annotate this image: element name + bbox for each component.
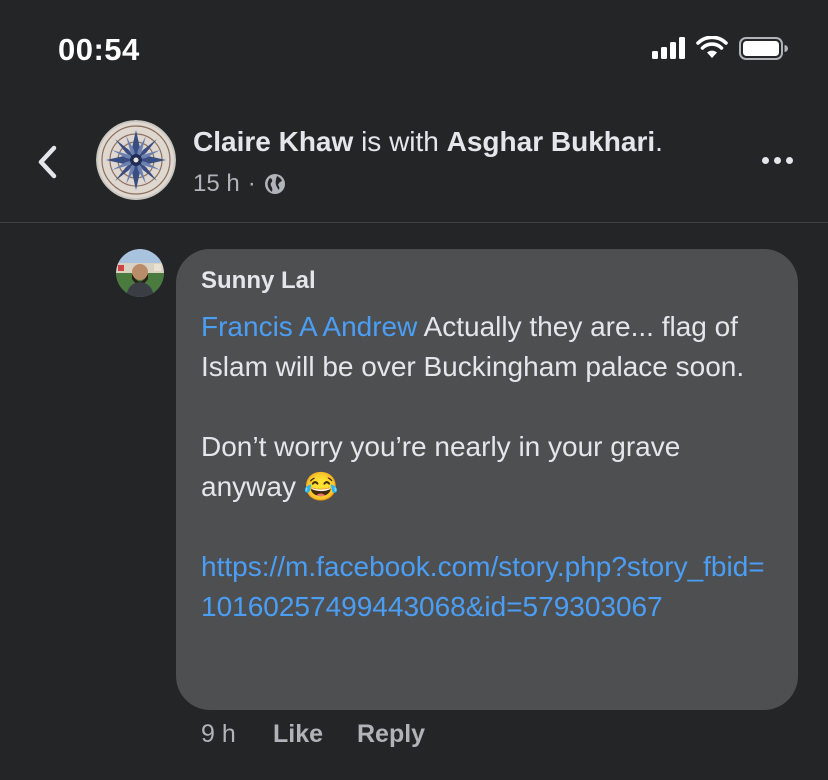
post-title: Claire Khaw is with Asghar Bukhari.	[193, 126, 663, 158]
author-avatar[interactable]	[96, 120, 176, 200]
comment-time: 9 h	[201, 720, 236, 748]
post-meta: 15 h ·	[193, 170, 286, 198]
reply-button[interactable]: Reply	[357, 720, 425, 749]
author-name[interactable]: Claire Khaw	[193, 126, 353, 157]
tagged-name[interactable]: Asghar Bukhari	[447, 126, 656, 157]
globe-icon	[264, 174, 285, 194]
comment-line2: Don’t worry you’re nearly in your grave …	[201, 431, 681, 502]
wifi-icon	[696, 36, 728, 58]
meta-separator: ·	[247, 170, 256, 197]
comment-author[interactable]: Sunny Lal	[201, 267, 774, 295]
post-time[interactable]: 15 h	[193, 170, 240, 198]
with-text: is with	[361, 126, 439, 157]
like-button[interactable]: Like	[273, 720, 357, 749]
status-icons	[652, 36, 789, 60]
cellular-signal-icon	[652, 37, 685, 59]
battery-icon	[739, 36, 788, 60]
more-options-icon[interactable]	[762, 150, 798, 170]
mention-link[interactable]: Francis A Andrew	[201, 311, 417, 342]
title-period: .	[655, 126, 663, 157]
status-time: 00:54	[58, 32, 140, 67]
back-arrow-icon[interactable]	[30, 142, 66, 182]
status-bar: 00:54	[0, 0, 828, 100]
comment-bubble: Sunny Lal Francis A Andrew Actually they…	[176, 249, 798, 710]
comment-url-link[interactable]: https://m.facebook.com/story.php?story_f…	[201, 551, 765, 622]
comment-actions: 9 h Like Reply	[201, 720, 425, 749]
post-header: Claire Khaw is with Asghar Bukhari. 15 h…	[0, 100, 828, 223]
commenter-avatar[interactable]	[116, 249, 164, 297]
laughing-emoji-icon: 😂	[303, 471, 339, 502]
comment-text: Francis A Andrew Actually they are... fl…	[201, 307, 774, 627]
